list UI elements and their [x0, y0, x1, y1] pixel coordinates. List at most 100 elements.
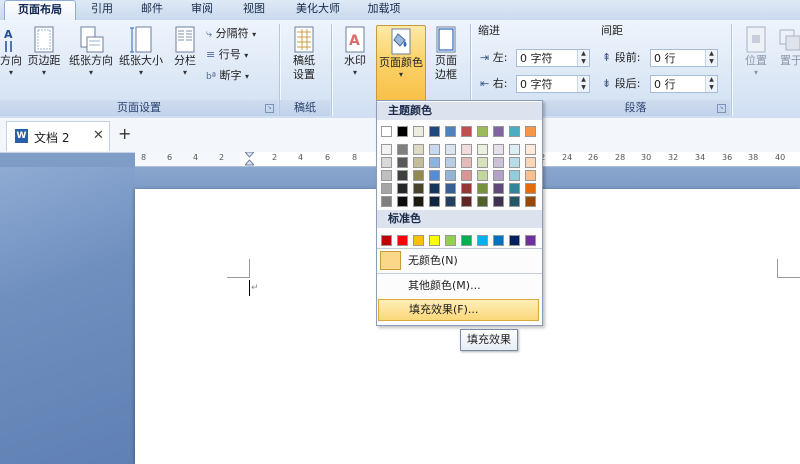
- theme-shade-swatch[interactable]: [381, 170, 392, 181]
- standard-color-swatch[interactable]: [525, 235, 536, 246]
- dialog-launcher-icon[interactable]: ↘: [717, 104, 726, 113]
- theme-shade-swatch[interactable]: [381, 144, 392, 155]
- spacing-after-input[interactable]: 0 行 ▲ ▼: [650, 75, 718, 93]
- theme-color-swatch[interactable]: [381, 126, 392, 137]
- theme-shade-swatch[interactable]: [477, 157, 488, 168]
- theme-color-swatch[interactable]: [461, 126, 472, 137]
- tab-page-layout[interactable]: 页面布局: [4, 0, 76, 22]
- theme-shade-swatch[interactable]: [413, 183, 424, 194]
- line-numbers-button[interactable]: ≡ 行号 ▾: [206, 47, 276, 63]
- theme-shade-swatch[interactable]: [381, 157, 392, 168]
- theme-shade-swatch[interactable]: [493, 183, 504, 194]
- theme-shade-swatch[interactable]: [493, 144, 504, 155]
- margins-button[interactable]: 页边距 ▾: [24, 26, 64, 78]
- theme-shade-swatch[interactable]: [445, 196, 456, 207]
- theme-shade-swatch[interactable]: [509, 170, 520, 181]
- theme-shade-swatch[interactable]: [477, 183, 488, 194]
- close-icon[interactable]: ✕: [93, 128, 104, 143]
- standard-color-swatch[interactable]: [445, 235, 456, 246]
- theme-shade-swatch[interactable]: [413, 157, 424, 168]
- tab-mailings[interactable]: 邮件: [130, 0, 174, 20]
- theme-shade-swatch[interactable]: [413, 144, 424, 155]
- document-tab[interactable]: W 文档 2 ✕: [6, 121, 110, 151]
- theme-shade-swatch[interactable]: [429, 170, 440, 181]
- theme-shade-swatch[interactable]: [429, 183, 440, 194]
- fill-effects-item[interactable]: 填充效果(F)...: [378, 299, 539, 321]
- theme-shade-swatch[interactable]: [429, 157, 440, 168]
- tab-view[interactable]: 视图: [232, 0, 276, 20]
- standard-color-swatch[interactable]: [429, 235, 440, 246]
- indent-right-input[interactable]: 0 字符 ▲ ▼: [516, 75, 590, 93]
- position-button[interactable]: 位置 ▾: [738, 26, 774, 78]
- tab-references[interactable]: 引用: [80, 0, 124, 20]
- theme-shade-swatch[interactable]: [413, 196, 424, 207]
- more-colors-item[interactable]: 其他颜色(M)...: [377, 275, 540, 297]
- theme-shade-swatch[interactable]: [445, 170, 456, 181]
- theme-color-swatch[interactable]: [445, 126, 456, 137]
- theme-shade-swatch[interactable]: [461, 170, 472, 181]
- theme-shade-swatch[interactable]: [477, 144, 488, 155]
- theme-shade-swatch[interactable]: [445, 157, 456, 168]
- theme-shade-swatch[interactable]: [461, 196, 472, 207]
- theme-shade-swatch[interactable]: [477, 196, 488, 207]
- tab-addins[interactable]: 加载项: [358, 0, 410, 20]
- theme-shade-swatch[interactable]: [509, 196, 520, 207]
- standard-color-swatch[interactable]: [509, 235, 520, 246]
- theme-color-swatch[interactable]: [429, 126, 440, 137]
- breaks-button[interactable]: ⤷ 分隔符 ▾: [206, 26, 276, 42]
- theme-color-swatch[interactable]: [413, 126, 424, 137]
- theme-shade-swatch[interactable]: [397, 157, 408, 168]
- standard-color-swatch[interactable]: [477, 235, 488, 246]
- theme-shade-swatch[interactable]: [493, 196, 504, 207]
- theme-shade-swatch[interactable]: [397, 144, 408, 155]
- theme-shade-swatch[interactable]: [493, 170, 504, 181]
- theme-shade-swatch[interactable]: [445, 183, 456, 194]
- no-color-item[interactable]: 无颜色(N): [377, 250, 540, 272]
- theme-shade-swatch[interactable]: [429, 144, 440, 155]
- theme-shade-swatch[interactable]: [445, 144, 456, 155]
- theme-shade-swatch[interactable]: [381, 183, 392, 194]
- columns-button[interactable]: 分栏 ▾: [168, 26, 202, 78]
- theme-shade-swatch[interactable]: [525, 170, 536, 181]
- standard-color-swatch[interactable]: [493, 235, 504, 246]
- theme-shade-swatch[interactable]: [525, 144, 536, 155]
- standard-color-swatch[interactable]: [381, 235, 392, 246]
- spinner-arrows-icon[interactable]: ▲ ▼: [705, 76, 717, 92]
- hyphenation-button[interactable]: bª 断字 ▾: [206, 68, 276, 84]
- theme-shade-swatch[interactable]: [525, 183, 536, 194]
- spinner-arrows-icon[interactable]: ▲ ▼: [705, 50, 717, 66]
- theme-color-swatch[interactable]: [509, 126, 520, 137]
- theme-color-swatch[interactable]: [493, 126, 504, 137]
- theme-shade-swatch[interactable]: [525, 196, 536, 207]
- theme-shade-swatch[interactable]: [509, 183, 520, 194]
- theme-shade-swatch[interactable]: [509, 157, 520, 168]
- theme-shade-swatch[interactable]: [525, 157, 536, 168]
- theme-shade-swatch[interactable]: [381, 196, 392, 207]
- orientation-button[interactable]: 纸张方向 ▾: [66, 26, 116, 78]
- spinner-arrows-icon[interactable]: ▲ ▼: [577, 76, 589, 92]
- theme-shade-swatch[interactable]: [509, 144, 520, 155]
- page-borders-button[interactable]: 页面 边框: [428, 26, 464, 82]
- standard-color-swatch[interactable]: [461, 235, 472, 246]
- standard-color-swatch[interactable]: [397, 235, 408, 246]
- tab-beautify-master[interactable]: 美化大师: [286, 0, 350, 20]
- page-color-button[interactable]: 页面颜色 ▾: [376, 25, 426, 101]
- theme-shade-swatch[interactable]: [493, 157, 504, 168]
- theme-shade-swatch[interactable]: [397, 170, 408, 181]
- theme-shade-swatch[interactable]: [477, 170, 488, 181]
- spacing-before-input[interactable]: 0 行 ▲ ▼: [650, 49, 718, 67]
- text-direction-button[interactable]: A 方向 ▾: [0, 26, 22, 78]
- dialog-launcher-icon[interactable]: ↘: [265, 104, 274, 113]
- theme-shade-swatch[interactable]: [397, 196, 408, 207]
- theme-shade-swatch[interactable]: [461, 157, 472, 168]
- spinner-arrows-icon[interactable]: ▲ ▼: [577, 50, 589, 66]
- theme-shade-swatch[interactable]: [413, 170, 424, 181]
- indent-marker-icon[interactable]: [243, 151, 256, 166]
- theme-color-swatch[interactable]: [525, 126, 536, 137]
- draft-paper-settings-button[interactable]: 稿纸 设置: [284, 26, 324, 82]
- add-tab-icon[interactable]: +: [118, 124, 131, 143]
- theme-shade-swatch[interactable]: [429, 196, 440, 207]
- tab-review[interactable]: 审阅: [180, 0, 224, 20]
- standard-color-swatch[interactable]: [413, 235, 424, 246]
- watermark-button[interactable]: A 水印 ▾: [336, 26, 374, 78]
